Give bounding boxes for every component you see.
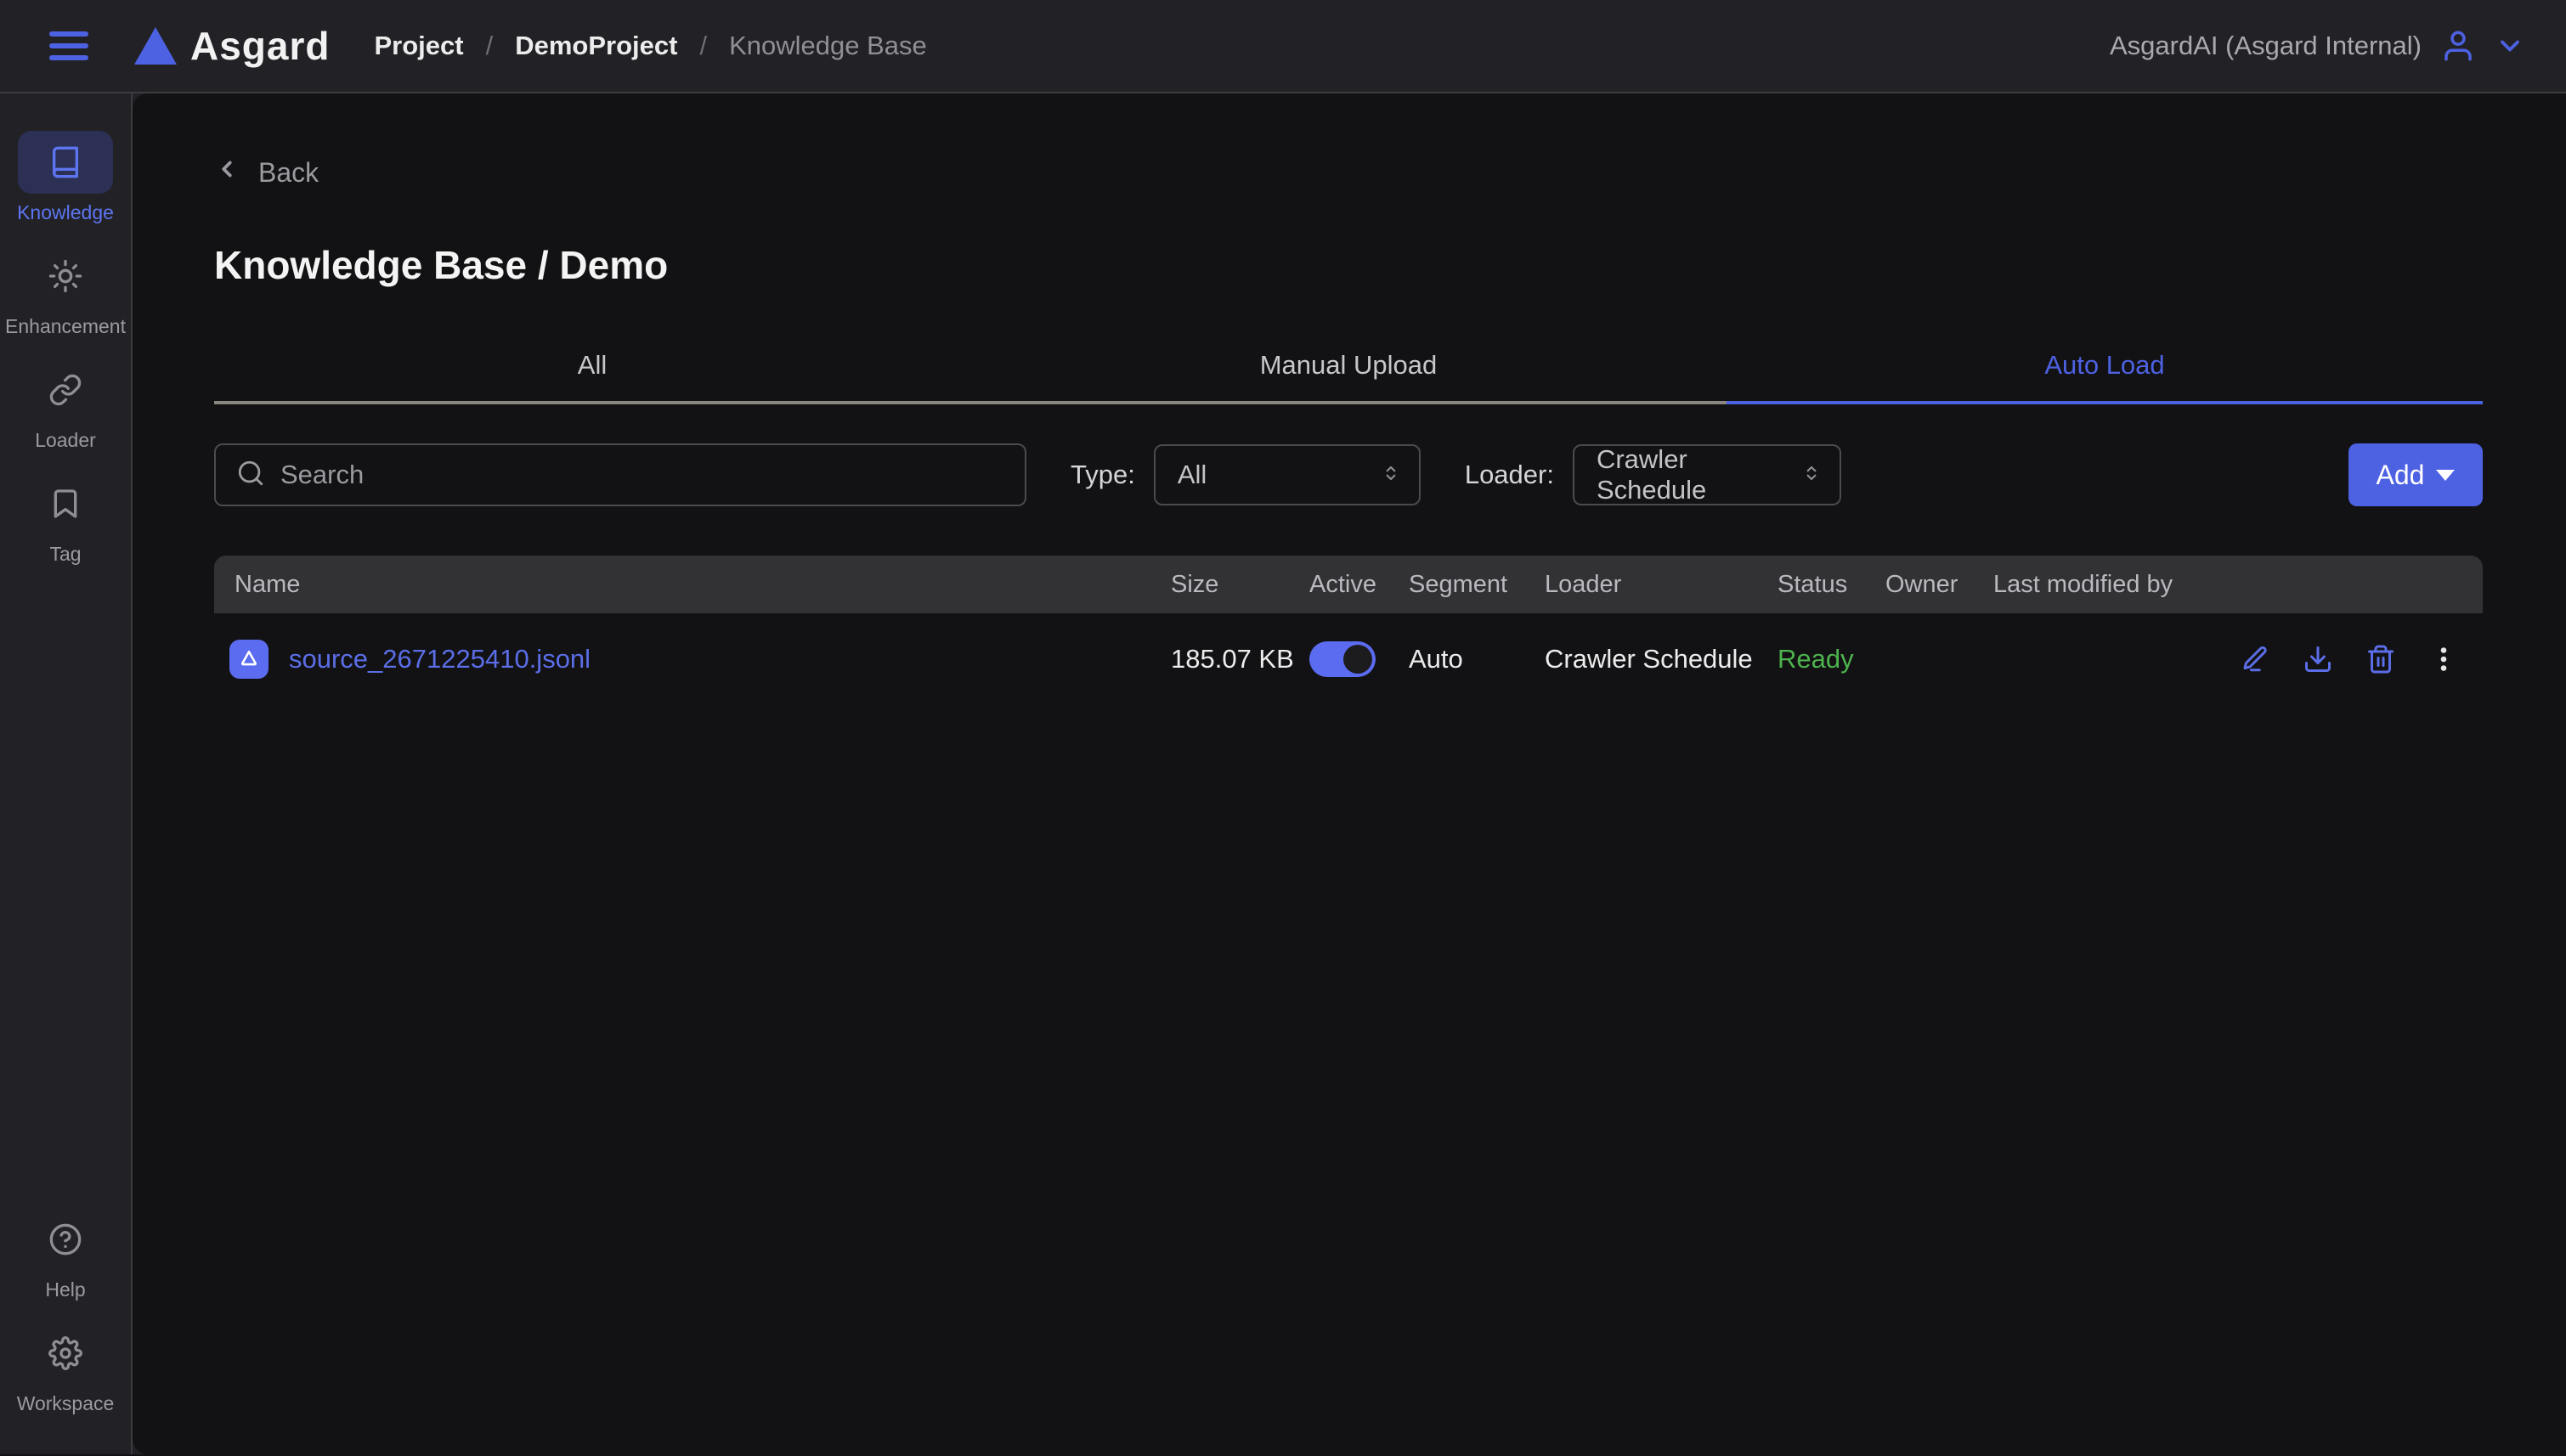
sidebar-item-workspace[interactable]: Workspace — [0, 1322, 131, 1415]
download-button[interactable] — [2303, 644, 2333, 674]
sidebar-item-loader[interactable]: Loader — [0, 358, 131, 452]
name-cell: source_2671225410.jsonl — [214, 640, 1171, 679]
column-header-owner: Owner — [1885, 571, 1993, 599]
caret-down-icon — [2436, 470, 2455, 481]
logo-text: Asgard — [190, 23, 330, 69]
download-icon — [2303, 644, 2333, 674]
table-row: source_2671225410.jsonl 185.07 KB Auto C… — [214, 624, 2483, 695]
toggle-knob — [1343, 645, 1372, 674]
chevron-left-icon — [214, 156, 240, 189]
tab-bar: All Manual Upload Auto Load — [214, 343, 2483, 404]
tab-all[interactable]: All — [214, 343, 970, 404]
link-icon — [18, 358, 113, 421]
back-button[interactable]: Back — [214, 156, 319, 189]
chevrons-up-down-icon — [1380, 460, 1402, 490]
column-header-status: Status — [1778, 571, 1885, 599]
search-input[interactable] — [280, 460, 1004, 490]
trash-icon — [2365, 644, 2396, 674]
add-button[interactable]: Add — [2348, 443, 2483, 506]
sidebar-item-label: Tag — [49, 543, 81, 566]
hamburger-icon — [49, 31, 88, 37]
type-select-value: All — [1178, 460, 1207, 490]
sidebar-item-help[interactable]: Help — [0, 1208, 131, 1301]
account-menu[interactable]: AsgardAI (Asgard Internal) — [2110, 28, 2525, 64]
column-header-size: Size — [1171, 571, 1309, 599]
page-title: Knowledge Base / Demo — [214, 243, 2483, 287]
sidebar: Knowledge Enhancement Loader Tag — [0, 93, 133, 1454]
bookmark-icon — [18, 472, 113, 535]
breadcrumb-item-demoproject[interactable]: DemoProject — [515, 31, 677, 61]
sidebar-item-label: Loader — [35, 429, 96, 452]
chevrons-up-down-icon — [1800, 460, 1823, 490]
main-content: Back Knowledge Base / Demo All Manual Up… — [133, 93, 2566, 1454]
sun-icon — [18, 245, 113, 308]
gear-icon — [18, 1322, 113, 1385]
sidebar-item-label: Enhancement — [5, 315, 126, 338]
breadcrumb-item-project[interactable]: Project — [374, 31, 463, 61]
breadcrumb-separator: / — [699, 31, 707, 61]
search-box — [214, 443, 1026, 506]
sidebar-item-tag[interactable]: Tag — [0, 472, 131, 566]
loader-cell: Crawler Schedule — [1545, 644, 1778, 674]
breadcrumb-separator: / — [486, 31, 494, 61]
sidebar-item-enhancement[interactable]: Enhancement — [0, 245, 131, 338]
back-label: Back — [258, 157, 319, 189]
sources-table: Name Size Active Segment Loader Status O… — [214, 556, 2483, 695]
loader-filter-label: Loader: — [1465, 460, 1554, 490]
add-button-label: Add — [2377, 460, 2425, 491]
type-select[interactable]: All — [1154, 444, 1421, 505]
segment-cell: Auto — [1409, 644, 1545, 674]
column-header-active: Active — [1309, 571, 1409, 599]
menu-button[interactable] — [49, 29, 92, 63]
table-header-row: Name Size Active Segment Loader Status O… — [214, 556, 2483, 613]
active-cell — [1309, 641, 1409, 677]
kebab-menu-icon — [2428, 644, 2459, 674]
breadcrumb-item-knowledge-base: Knowledge Base — [729, 31, 927, 61]
more-actions-button[interactable] — [2428, 644, 2459, 674]
app-header: Asgard Project / DemoProject / Knowledge… — [0, 0, 2566, 93]
chevron-down-icon — [2495, 31, 2525, 61]
help-circle-icon — [18, 1208, 113, 1271]
user-icon — [2440, 28, 2476, 64]
column-header-name: Name — [214, 571, 1171, 599]
active-toggle[interactable] — [1309, 641, 1376, 677]
tab-manual-upload[interactable]: Manual Upload — [970, 343, 1727, 404]
sidebar-item-label: Help — [45, 1278, 85, 1301]
sidebar-item-knowledge[interactable]: Knowledge — [0, 131, 131, 224]
loader-select-value: Crawler Schedule — [1597, 444, 1800, 505]
sidebar-item-label: Workspace — [17, 1392, 115, 1415]
row-actions — [1993, 644, 2483, 674]
file-name-link[interactable]: source_2671225410.jsonl — [289, 644, 591, 674]
loader-select[interactable]: Crawler Schedule — [1573, 444, 1841, 505]
logo[interactable]: Asgard — [134, 23, 330, 69]
size-cell: 185.07 KB — [1171, 644, 1309, 674]
sidebar-item-label: Knowledge — [17, 201, 114, 224]
filter-toolbar: Type: All Loader: Crawler Schedule Add — [214, 443, 2483, 506]
breadcrumb: Project / DemoProject / Knowledge Base — [374, 31, 926, 61]
edit-icon — [2240, 644, 2270, 674]
status-badge: Ready — [1778, 644, 1885, 674]
tab-auto-load[interactable]: Auto Load — [1727, 343, 2483, 404]
column-header-segment: Segment — [1409, 571, 1545, 599]
column-header-last-modified-by: Last modified by — [1993, 571, 2483, 599]
delete-button[interactable] — [2365, 644, 2396, 674]
type-filter-label: Type: — [1071, 460, 1135, 490]
book-icon — [18, 131, 113, 194]
triangle-logo-icon — [134, 27, 177, 65]
column-header-loader: Loader — [1545, 571, 1778, 599]
edit-button[interactable] — [2240, 644, 2270, 674]
search-icon — [236, 459, 265, 492]
account-label: AsgardAI (Asgard Internal) — [2110, 31, 2422, 61]
jsonl-file-icon — [229, 640, 268, 679]
